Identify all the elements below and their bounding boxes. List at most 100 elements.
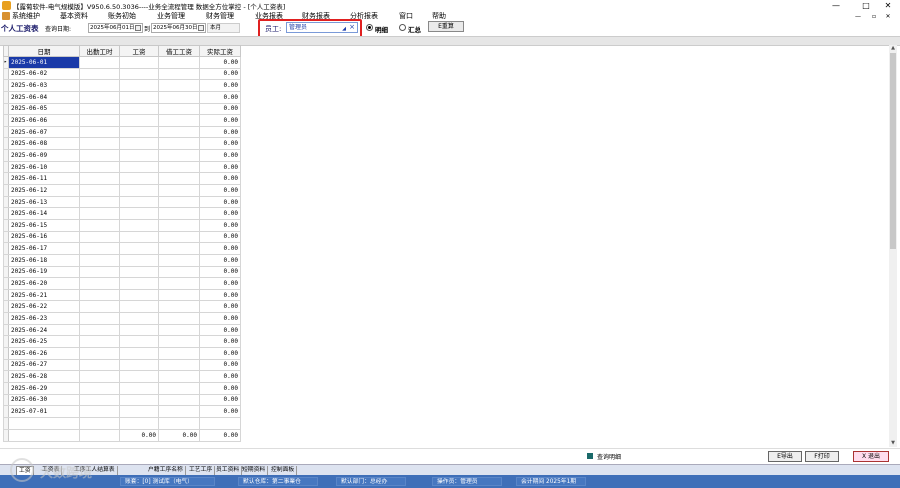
table-row[interactable]: 2025-06-12 0.00	[3, 184, 241, 197]
cell-wage[interactable]	[119, 265, 159, 279]
table-row[interactable]: 2025-06-07 0.00	[3, 125, 241, 139]
cell-borrowed-wage[interactable]	[158, 149, 200, 162]
table-row[interactable]: 2025-06-20 0.00	[3, 277, 241, 290]
date-to-field[interactable]: 2025年06月30日	[151, 23, 206, 33]
table-row[interactable]: 2025-06-05 0.00	[3, 102, 241, 116]
cell-work-hours[interactable]	[79, 393, 120, 407]
cell-work-hours[interactable]	[79, 288, 120, 302]
cell-work-hours[interactable]	[79, 300, 120, 314]
table-row[interactable]: 2025-06-17 0.00	[3, 242, 241, 255]
cell-date[interactable]: 2025-06-18	[8, 253, 80, 267]
cell-borrowed-wage[interactable]	[158, 56, 200, 69]
empty-cell[interactable]	[8, 416, 80, 430]
table-row[interactable]: 2025-06-22 0.00	[3, 300, 241, 314]
cell-borrowed-wage[interactable]	[158, 300, 200, 314]
cell-borrowed-wage[interactable]	[158, 277, 200, 290]
cell-work-hours[interactable]	[79, 230, 120, 244]
exit-button[interactable]: X 退出	[853, 451, 889, 462]
cell-work-hours[interactable]	[79, 347, 120, 360]
table-row[interactable]: 2025-06-13 0.00	[3, 195, 241, 209]
cell-work-hours[interactable]	[79, 114, 120, 127]
cell-work-hours[interactable]	[79, 312, 120, 325]
cell-date[interactable]: 2025-07-01	[8, 405, 80, 418]
cell-date[interactable]: 2025-06-23	[8, 312, 80, 325]
menu-help[interactable]: 帮助	[432, 11, 446, 21]
cell-borrowed-wage[interactable]	[158, 125, 200, 139]
cell-work-hours[interactable]	[79, 405, 120, 418]
table-row[interactable]: 2025-07-01 0.00	[3, 405, 241, 418]
cell-actual-wage[interactable]: 0.00	[199, 56, 241, 69]
cell-borrowed-wage[interactable]	[158, 405, 200, 418]
cell-wage[interactable]	[119, 56, 159, 69]
table-row[interactable]: 2025-06-10 0.00	[3, 160, 241, 174]
cell-wage[interactable]	[119, 102, 159, 116]
table-row[interactable]: 2025-06-28 0.00	[3, 370, 241, 383]
cell-borrowed-wage[interactable]	[158, 312, 200, 325]
cell-work-hours[interactable]	[79, 207, 120, 220]
cell-borrowed-wage[interactable]	[158, 195, 200, 209]
empty-cell[interactable]	[199, 416, 241, 430]
cell-borrowed-wage[interactable]	[158, 370, 200, 383]
column-header-date[interactable]: 日期	[8, 45, 80, 57]
tab-short-term-data[interactable]: 短期资料	[240, 466, 269, 475]
cell-date[interactable]: 2025-06-28	[8, 370, 80, 383]
cell-work-hours[interactable]	[79, 277, 120, 290]
cell-actual-wage[interactable]: 0.00	[199, 335, 241, 349]
table-row-empty[interactable]	[3, 416, 241, 430]
cell-wage[interactable]	[119, 335, 159, 349]
table-row[interactable]: 2025-06-02 0.00	[3, 67, 241, 81]
cell-date[interactable]: 2025-06-11	[8, 172, 80, 186]
cell-date[interactable]: 2025-06-27	[8, 358, 80, 372]
cell-wage[interactable]	[119, 288, 159, 302]
tab-household-process[interactable]: 户籍工序名称	[146, 466, 186, 475]
cell-actual-wage[interactable]: 0.00	[199, 288, 241, 302]
employee-select[interactable]: 管理员 ◢ ×	[286, 22, 358, 33]
table-row[interactable]: 2025-06-24 0.00	[3, 323, 241, 337]
table-row[interactable]: 2025-06-27 0.00	[3, 358, 241, 372]
cell-wage[interactable]	[119, 381, 159, 395]
cell-borrowed-wage[interactable]	[158, 358, 200, 372]
table-row[interactable]: 2025-06-09 0.00	[3, 149, 241, 162]
cell-wage[interactable]	[119, 370, 159, 383]
cell-actual-wage[interactable]: 0.00	[199, 277, 241, 290]
cell-work-hours[interactable]	[79, 370, 120, 383]
empty-cell[interactable]	[119, 416, 159, 430]
cell-date[interactable]: 2025-06-07	[8, 125, 80, 139]
cell-actual-wage[interactable]: 0.00	[199, 300, 241, 314]
system-menu-icon[interactable]	[2, 12, 10, 20]
cell-wage[interactable]	[119, 230, 159, 244]
cell-wage[interactable]	[119, 149, 159, 162]
cell-work-hours[interactable]	[79, 125, 120, 139]
cell-wage[interactable]	[119, 125, 159, 139]
cell-actual-wage[interactable]: 0.00	[199, 347, 241, 360]
cell-wage[interactable]	[119, 90, 159, 104]
table-row[interactable]: ▸ 2025-06-01 0.00	[3, 56, 241, 69]
cell-date[interactable]: 2025-06-12	[8, 184, 80, 197]
cell-date[interactable]: 2025-06-29	[8, 381, 80, 395]
cell-actual-wage[interactable]: 0.00	[199, 114, 241, 127]
cell-work-hours[interactable]	[79, 381, 120, 395]
cell-wage[interactable]	[119, 172, 159, 186]
table-row[interactable]: 2025-06-19 0.00	[3, 265, 241, 279]
cell-date[interactable]: 2025-06-13	[8, 195, 80, 209]
cell-wage[interactable]	[119, 393, 159, 407]
cell-actual-wage[interactable]: 0.00	[199, 102, 241, 116]
cell-borrowed-wage[interactable]	[158, 381, 200, 395]
cell-actual-wage[interactable]: 0.00	[199, 125, 241, 139]
cell-wage[interactable]	[119, 347, 159, 360]
cell-borrowed-wage[interactable]	[158, 230, 200, 244]
cell-date[interactable]: 2025-06-19	[8, 265, 80, 279]
tab-craft-process[interactable]: 工艺工序	[187, 466, 216, 475]
empty-cell[interactable]	[158, 416, 200, 430]
cell-actual-wage[interactable]: 0.00	[199, 207, 241, 220]
cell-date[interactable]: 2025-06-04	[8, 90, 80, 104]
period-select[interactable]: 本月	[207, 23, 240, 33]
column-header-wage[interactable]: 工资	[119, 45, 159, 57]
cell-wage[interactable]	[119, 277, 159, 290]
cell-borrowed-wage[interactable]	[158, 184, 200, 197]
cell-borrowed-wage[interactable]	[158, 102, 200, 116]
cell-borrowed-wage[interactable]	[158, 67, 200, 81]
menu-system[interactable]: 系统维护	[12, 11, 40, 21]
cell-work-hours[interactable]	[79, 67, 120, 81]
menu-account-init[interactable]: 账务初始	[108, 11, 136, 21]
